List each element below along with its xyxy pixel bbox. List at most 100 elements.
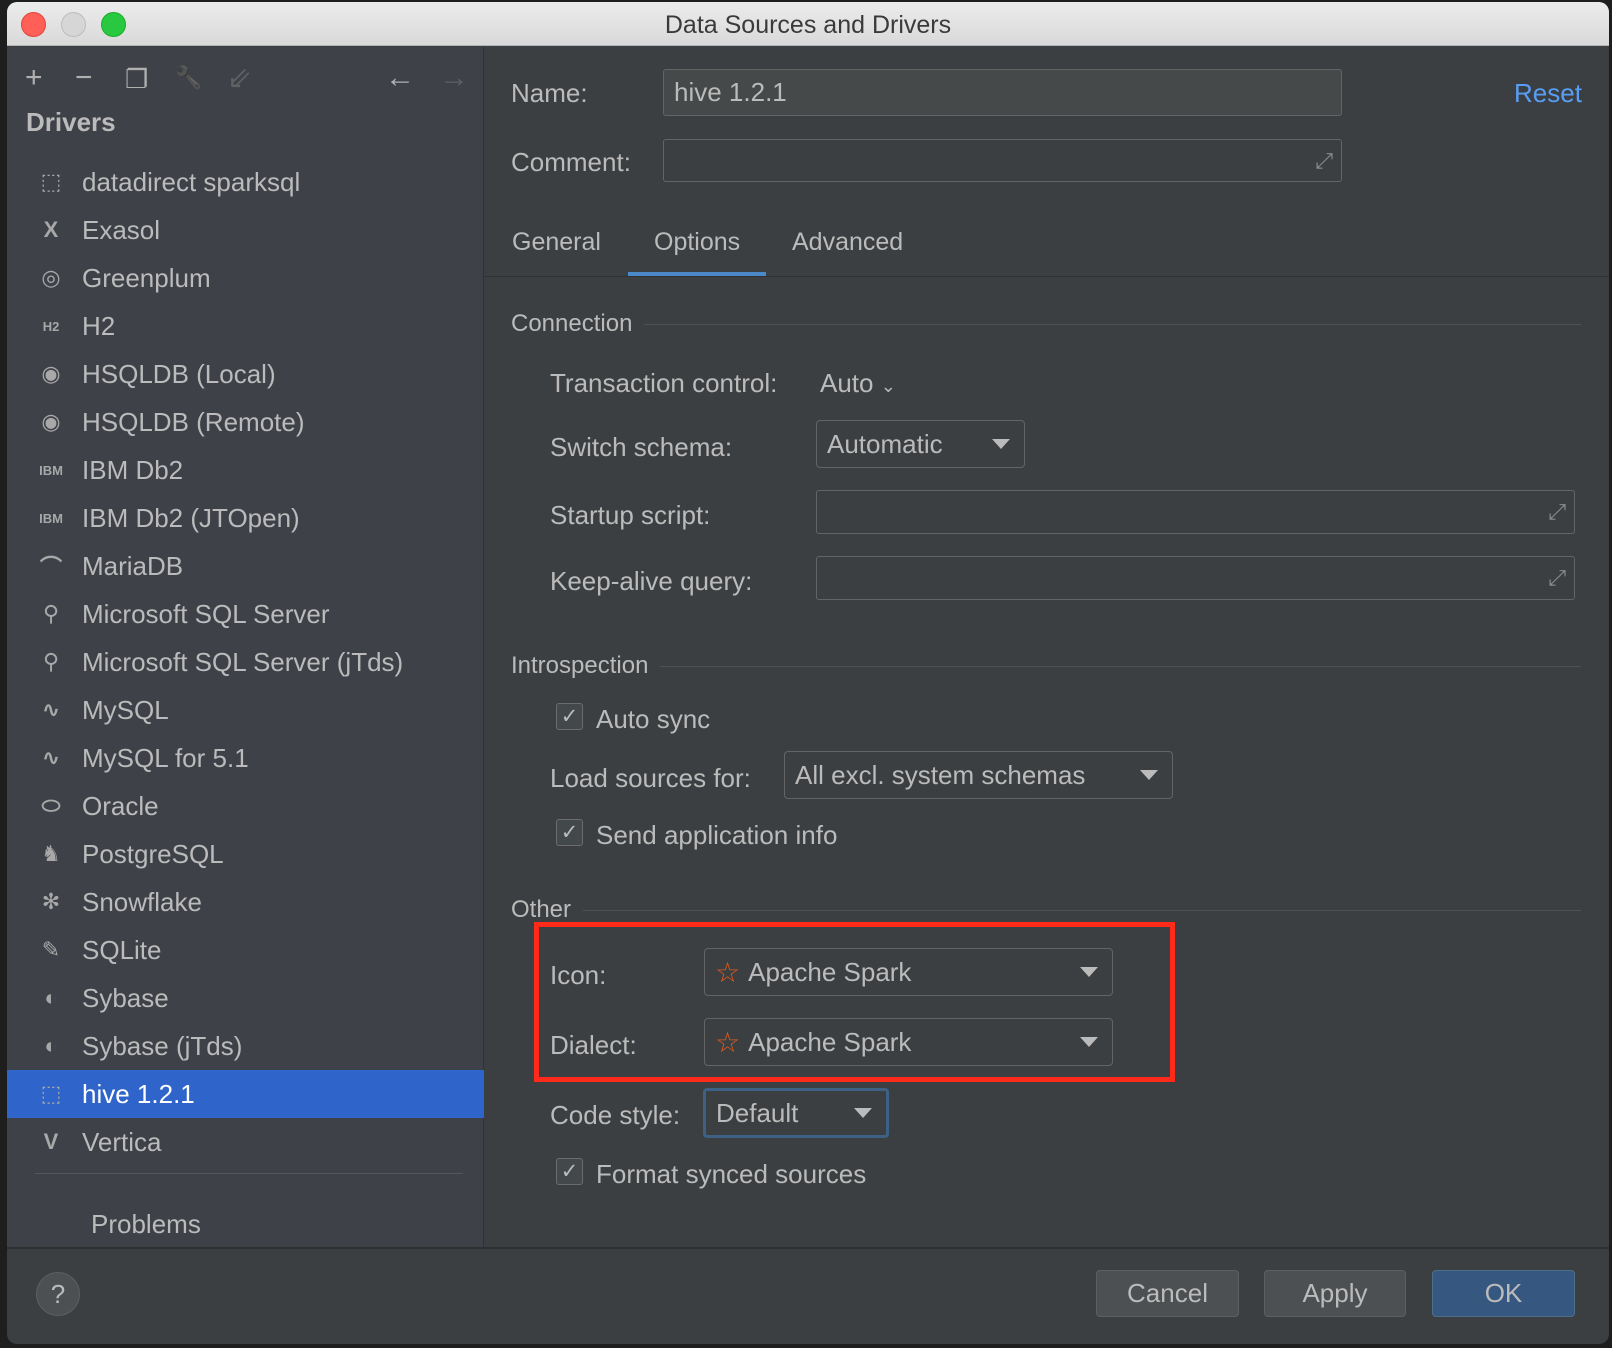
- driver-item[interactable]: ⬚ datadirect sparksql: [7, 158, 484, 206]
- dialect-value: Apache Spark: [748, 1026, 912, 1057]
- sql-server-icon: ⚲: [42, 601, 60, 626]
- driver-item[interactable]: ⬭ Oracle: [7, 782, 484, 830]
- dashed-square-icon: ⬚: [40, 169, 62, 194]
- copy-icon[interactable]: ❐: [125, 64, 148, 95]
- driver-item[interactable]: V Vertica: [7, 1118, 484, 1166]
- h2-icon: H2: [42, 318, 60, 334]
- expand-icon[interactable]: ⤢: [1548, 565, 1566, 591]
- dialect-dropdown[interactable]: ☆ Apache Spark: [704, 1018, 1113, 1066]
- auto-sync-label: Auto sync: [596, 704, 711, 734]
- import-icon[interactable]: ⇙: [227, 61, 252, 96]
- driver-item[interactable]: ⚲ Microsoft SQL Server: [7, 590, 484, 638]
- introspection-heading: Introspection: [511, 652, 649, 679]
- code-style-value: Default: [716, 1097, 799, 1128]
- driver-item[interactable]: X Exasol: [7, 206, 484, 254]
- driver-item[interactable]: IBM IBM Db2: [7, 446, 484, 494]
- ok-button[interactable]: OK: [1432, 1270, 1575, 1317]
- driver-item-label: Vertica: [82, 1126, 162, 1157]
- auto-sync-checkbox[interactable]: ✓: [556, 703, 583, 730]
- add-icon[interactable]: +: [25, 61, 43, 95]
- driver-item-label: hive 1.2.1: [82, 1078, 195, 1109]
- driver-item[interactable]: IBM IBM Db2 (JTOpen): [7, 494, 484, 542]
- startup-script-input[interactable]: ⤢: [816, 490, 1575, 534]
- load-sources-value: All excl. system schemas: [795, 759, 1086, 790]
- driver-item[interactable]: ♞ PostgreSQL: [7, 830, 484, 878]
- drivers-heading: Drivers: [26, 107, 116, 137]
- transaction-control-dropdown[interactable]: Auto ⌄: [820, 368, 896, 399]
- driver-item[interactable]: ∿ MySQL for 5.1: [7, 734, 484, 782]
- problems-item[interactable]: Problems: [91, 1209, 201, 1240]
- tab-advanced[interactable]: Advanced: [792, 228, 903, 257]
- driver-item[interactable]: ∿ MySQL: [7, 686, 484, 734]
- dropdown-arrow-icon: [992, 439, 1010, 449]
- driver-item-label: Microsoft SQL Server: [82, 598, 330, 629]
- sybase-icon: ◐: [44, 1033, 58, 1058]
- icon-dropdown[interactable]: ☆ Apache Spark: [704, 948, 1113, 996]
- driver-item-label: MySQL: [82, 694, 169, 725]
- format-synced-sources-checkbox[interactable]: ✓: [556, 1158, 583, 1185]
- load-sources-dropdown[interactable]: All excl. system schemas: [784, 751, 1173, 799]
- back-arrow-icon[interactable]: ←: [385, 61, 415, 95]
- driver-item[interactable]: ◉ HSQLDB (Remote): [7, 398, 484, 446]
- hsqldb-icon: ◉: [41, 361, 61, 386]
- mariadb-icon: ⌒: [39, 555, 62, 580]
- driver-item-label: PostgreSQL: [82, 838, 224, 869]
- divider: [35, 1173, 463, 1174]
- tab-general[interactable]: General: [512, 228, 601, 257]
- hsqldb-icon: ◉: [41, 409, 61, 434]
- wrench-icon[interactable]: 🔧: [175, 65, 202, 91]
- driver-item-label: Snowflake: [82, 886, 202, 917]
- title-bar: Data Sources and Drivers: [7, 2, 1609, 46]
- dropdown-arrow-icon: [1080, 967, 1098, 977]
- driver-item[interactable]: ⬚ hive 1.2.1: [7, 1070, 484, 1118]
- expand-icon[interactable]: ⤢: [1315, 148, 1333, 174]
- help-button[interactable]: ?: [36, 1272, 80, 1316]
- reset-link[interactable]: Reset: [1514, 78, 1582, 109]
- dropdown-arrow-icon: [854, 1108, 872, 1118]
- tab-options[interactable]: Options: [654, 228, 740, 257]
- driver-item[interactable]: ◐ Sybase (jTds): [7, 1022, 484, 1070]
- cancel-button[interactable]: Cancel: [1096, 1270, 1239, 1317]
- transaction-control-value: Auto: [820, 368, 874, 398]
- name-input[interactable]: hive 1.2.1: [663, 69, 1342, 116]
- switch-schema-dropdown[interactable]: Automatic: [816, 420, 1025, 468]
- keep-alive-input[interactable]: ⤢: [816, 556, 1575, 600]
- greenplum-icon: ◎: [41, 265, 61, 290]
- driver-item[interactable]: H2 H2: [7, 302, 484, 350]
- driver-item[interactable]: ◉ HSQLDB (Local): [7, 350, 484, 398]
- comment-input[interactable]: ⤢: [663, 139, 1342, 182]
- code-style-dropdown[interactable]: Default: [703, 1088, 889, 1138]
- remove-icon[interactable]: −: [75, 61, 93, 95]
- driver-item[interactable]: ◎ Greenplum: [7, 254, 484, 302]
- send-application-info-checkbox[interactable]: ✓: [556, 819, 583, 846]
- driver-item-label: Oracle: [82, 790, 159, 821]
- driver-item[interactable]: ✎ SQLite: [7, 926, 484, 974]
- send-application-info-label: Send application info: [596, 820, 838, 850]
- window-title: Data Sources and Drivers: [664, 11, 952, 39]
- postgresql-elephant-icon: ♞: [41, 841, 61, 866]
- driver-item[interactable]: ✻ Snowflake: [7, 878, 484, 926]
- driver-item[interactable]: ⌒ MariaDB: [7, 542, 484, 590]
- driver-item-label: H2: [82, 310, 116, 341]
- vertica-icon: V: [43, 1129, 59, 1154]
- ibm-db2-icon: IBM: [39, 462, 63, 478]
- connection-heading: Connection: [511, 310, 633, 337]
- driver-item-label: MySQL for 5.1: [82, 742, 249, 773]
- driver-item-label: datadirect sparksql: [82, 166, 301, 197]
- forward-arrow-icon[interactable]: →: [439, 61, 469, 95]
- dropdown-arrow-icon: [1140, 770, 1158, 780]
- driver-item-label: Sybase (jTds): [82, 1030, 243, 1061]
- driver-item-label: Sybase: [82, 982, 169, 1013]
- apply-button[interactable]: Apply: [1264, 1270, 1406, 1317]
- driver-item[interactable]: ⚲ Microsoft SQL Server (jTds): [7, 638, 484, 686]
- driver-item[interactable]: ◐ Sybase: [7, 974, 484, 1022]
- driver-item-label: HSQLDB (Local): [82, 358, 276, 389]
- exasol-icon: X: [43, 217, 59, 242]
- sqlite-feather-icon: ✎: [41, 937, 61, 962]
- dialect-label: Dialect:: [550, 1030, 637, 1060]
- switch-schema-label: Switch schema:: [550, 432, 733, 462]
- dialog-window: Data Sources and Drivers + − ❐ 🔧 ⇙ ← → D…: [7, 2, 1609, 1344]
- driver-item-label: Greenplum: [82, 262, 211, 293]
- expand-icon[interactable]: ⤢: [1548, 499, 1566, 525]
- driver-item-label: SQLite: [82, 934, 162, 965]
